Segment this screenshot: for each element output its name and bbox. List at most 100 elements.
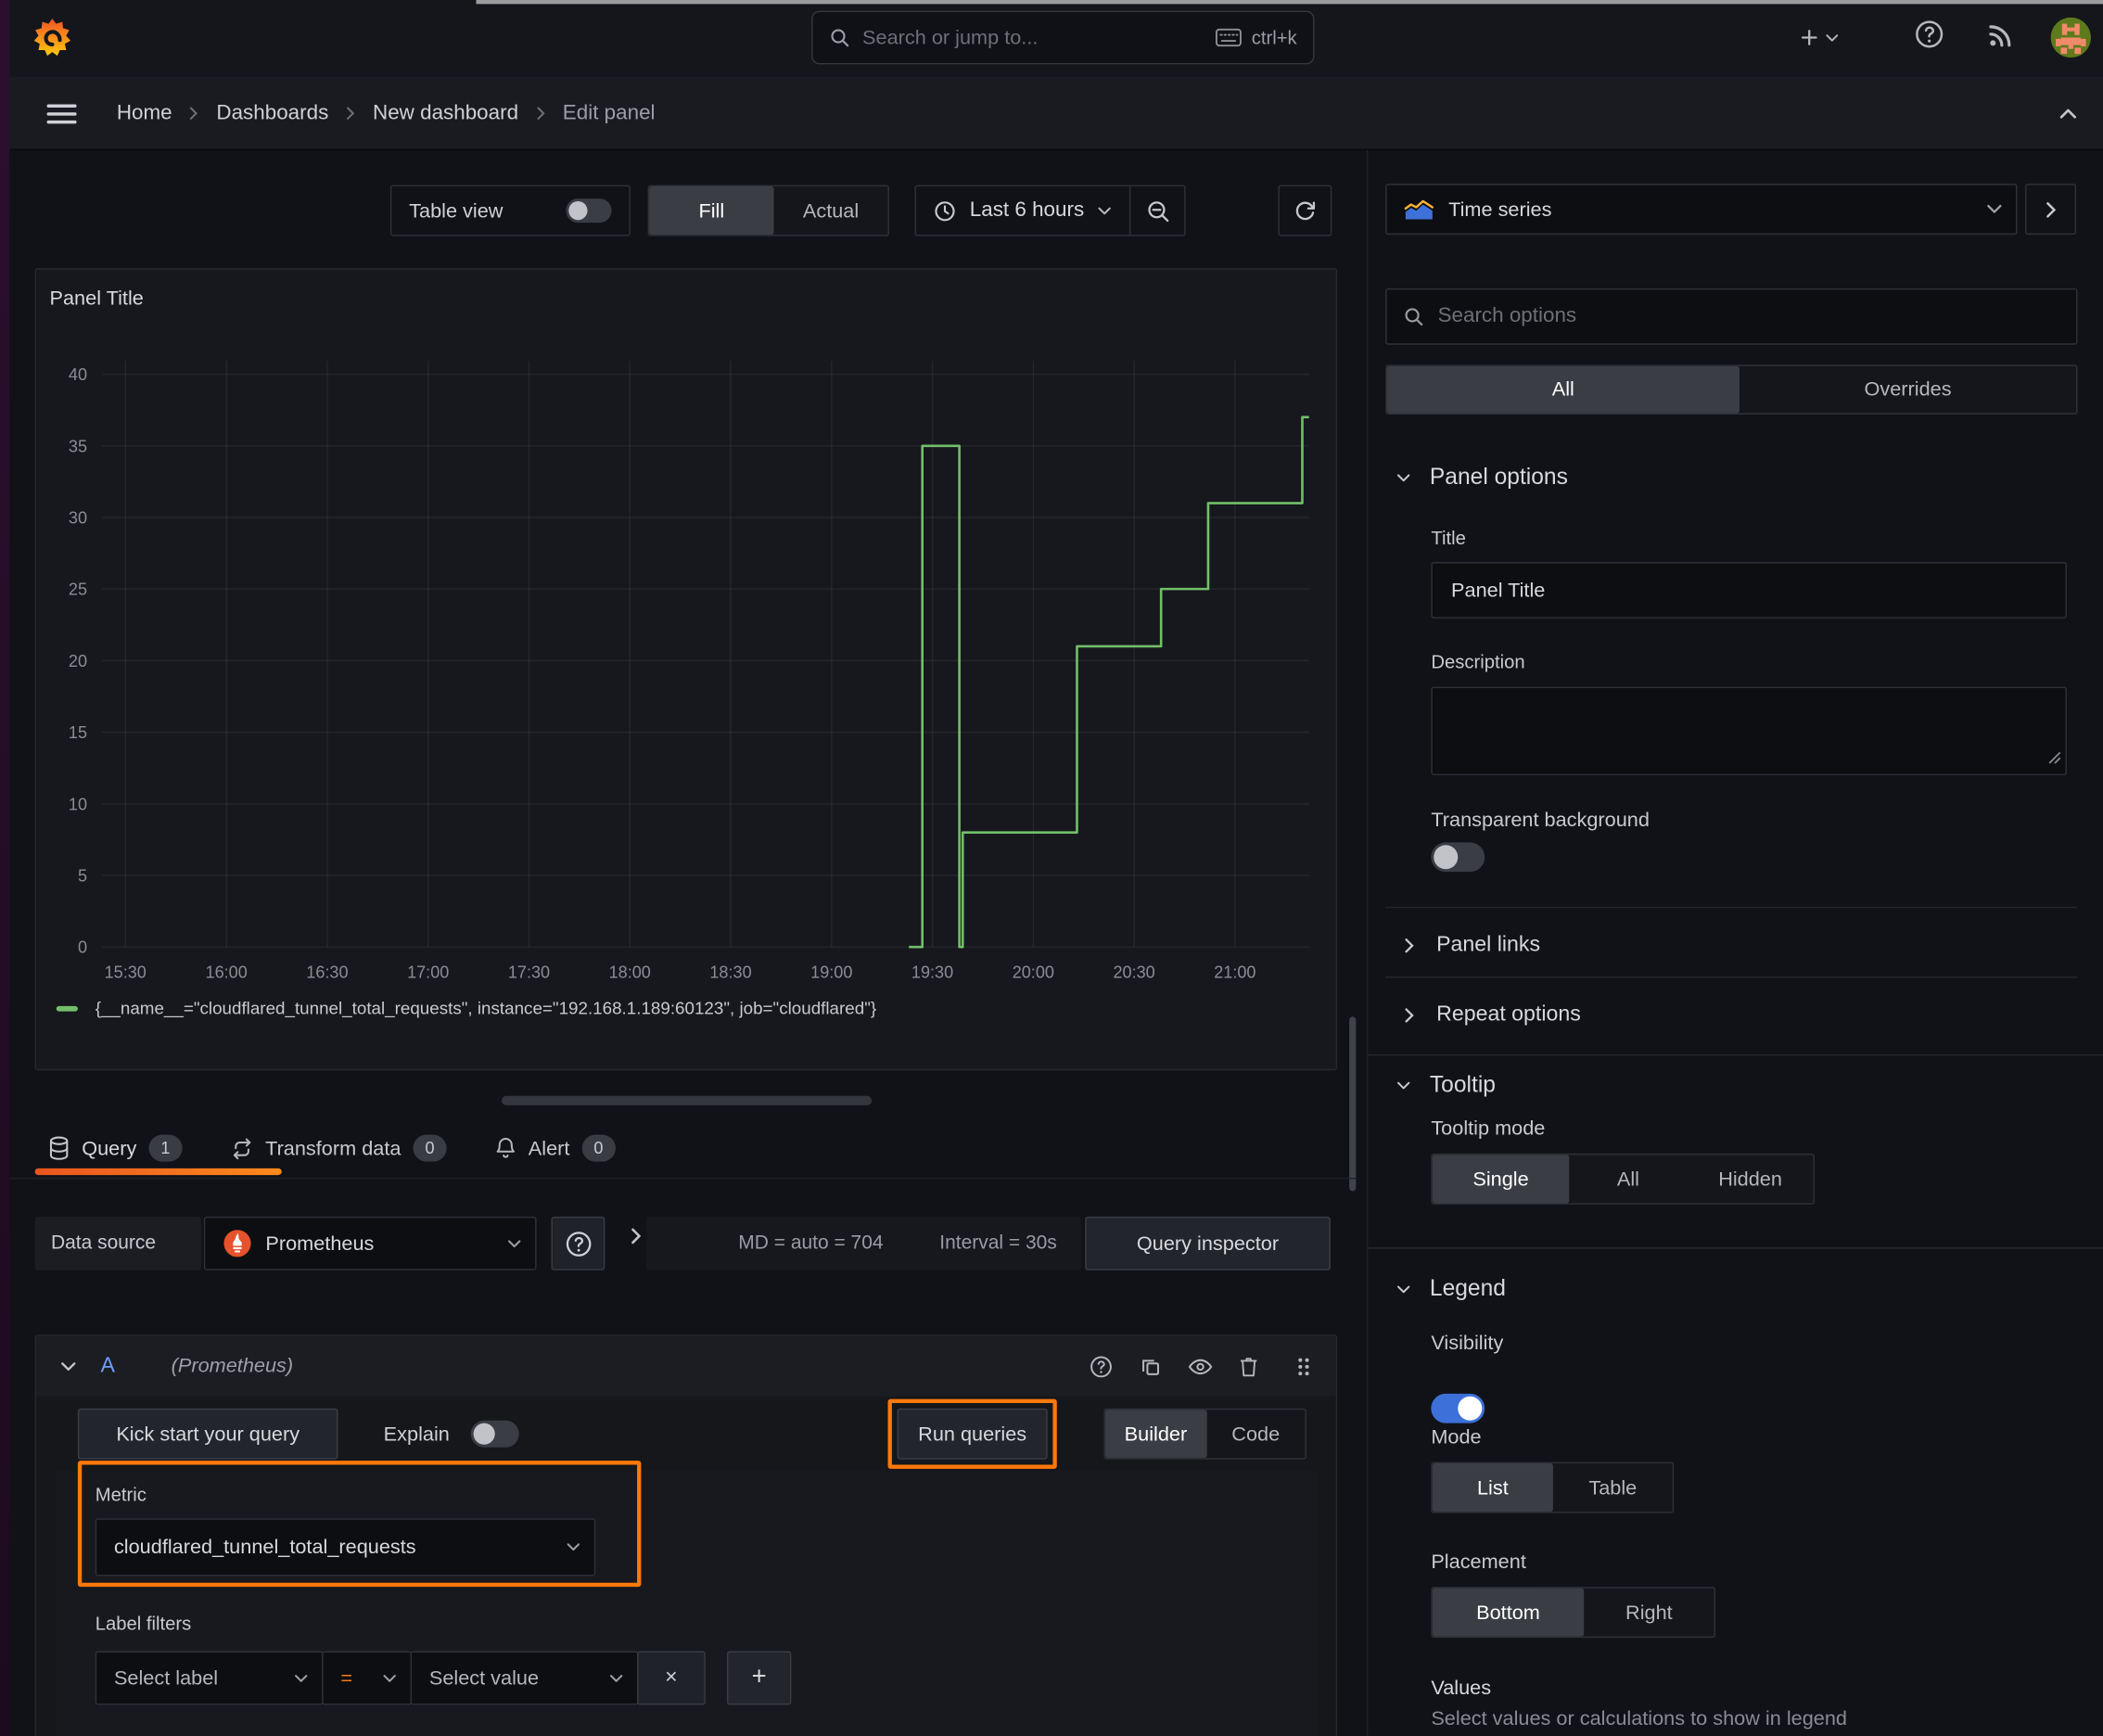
description-label: Description (1431, 650, 1525, 672)
window-top-edge (476, 0, 2103, 5)
select-value-dropdown[interactable]: Select value (410, 1651, 639, 1705)
global-search-box[interactable]: ctrl+k (811, 10, 1315, 65)
expand-options-chevron-icon[interactable] (631, 1227, 643, 1245)
select-label-dropdown[interactable]: Select label (95, 1651, 324, 1705)
tab-query[interactable]: Query 1 (48, 1134, 183, 1162)
time-range-picker[interactable]: Last 6 hours (916, 186, 1129, 235)
legend-header[interactable]: Legend (1396, 1269, 1506, 1308)
tooltip-mode-hidden[interactable]: Hidden (1688, 1155, 1814, 1203)
zoom-out-time-icon[interactable] (1131, 186, 1185, 235)
query-row-header[interactable]: A (Prometheus) (36, 1335, 1336, 1397)
user-avatar[interactable] (2050, 17, 2091, 58)
resize-corner-icon[interactable] (2048, 747, 2061, 771)
tab-transform-badge: 0 (413, 1134, 447, 1162)
panel-description-input[interactable] (1432, 688, 2066, 774)
vertical-scrollbar-thumb[interactable] (1349, 1016, 1357, 1192)
svg-text:0: 0 (78, 938, 87, 957)
builder-code-segment: Builder Code (1103, 1408, 1306, 1460)
tab-all[interactable]: All (1386, 365, 1740, 414)
visualization-value: Time series (1448, 198, 1552, 221)
tooltip-mode-segment: Single All Hidden (1431, 1153, 1816, 1205)
search-options-box[interactable] (1385, 287, 2078, 345)
duplicate-query-icon[interactable] (1140, 1356, 1161, 1377)
breadcrumb-edit-panel: Edit panel (562, 101, 656, 124)
query-help-icon[interactable] (1089, 1354, 1113, 1378)
explain-label: Explain (383, 1422, 450, 1446)
builder-option[interactable]: Builder (1104, 1410, 1207, 1459)
legend-visibility-toggle[interactable] (1431, 1393, 1485, 1423)
tooltip-mode-single[interactable]: Single (1432, 1155, 1570, 1204)
legend-mode-label: Mode (1431, 1425, 1482, 1449)
repeat-options-section[interactable]: Repeat options (1404, 985, 2077, 1047)
add-filter-button[interactable]: + (726, 1651, 792, 1705)
actual-option[interactable]: Actual (774, 186, 888, 235)
tab-transform-data[interactable]: Transform data 0 (231, 1134, 447, 1162)
fill-actual-segment: Fill Actual (647, 185, 889, 236)
tooltip-mode-label: Tooltip mode (1431, 1117, 1546, 1141)
tooltip-mode-all[interactable]: All (1569, 1155, 1687, 1203)
search-options-input[interactable] (1437, 304, 2060, 329)
visualization-picker[interactable]: Time series (1385, 184, 2018, 236)
tab-alert[interactable]: Alert 0 (495, 1134, 616, 1162)
title-label: Title (1431, 527, 1466, 549)
section-divider (1368, 1247, 2103, 1249)
chevron-down-icon[interactable] (60, 1360, 76, 1372)
tooltip-header[interactable]: Tooltip (1396, 1054, 1496, 1117)
legend-placement-bottom[interactable]: Bottom (1432, 1588, 1585, 1637)
kickstart-query-button[interactable]: Kick start your query (77, 1408, 338, 1460)
legend-mode-list[interactable]: List (1432, 1463, 1553, 1513)
transparent-background-toggle[interactable] (1431, 842, 1485, 873)
run-queries-button[interactable]: Run queries (897, 1408, 1048, 1460)
all-overrides-tabs: All Overrides (1385, 364, 2078, 415)
divider (1385, 976, 2078, 978)
explain-toggle[interactable] (470, 1420, 520, 1448)
table-view-toggle[interactable] (566, 198, 612, 223)
legend-placement-right[interactable]: Right (1584, 1589, 1714, 1637)
pane-resize-handle[interactable] (501, 1095, 873, 1105)
chevron-down-icon (1396, 473, 1411, 482)
tab-overrides[interactable]: Overrides (1740, 366, 2076, 414)
delete-query-trash-icon[interactable] (1239, 1356, 1257, 1377)
panel-links-section[interactable]: Panel links (1404, 914, 2077, 976)
time-controls: Last 6 hours (914, 185, 1187, 236)
toggle-visibility-eye-icon[interactable] (1188, 1358, 1213, 1374)
chart-legend[interactable]: {__name__="cloudflared_tunnel_total_requ… (56, 998, 877, 1018)
panel-description-field[interactable] (1431, 686, 2067, 776)
panel-title-input[interactable] (1451, 579, 2047, 602)
panel-options-header[interactable]: Panel options (1396, 464, 1568, 491)
search-shortcut-hint: ctrl+k (1251, 26, 1297, 49)
query-inspector-button[interactable]: Query inspector (1085, 1216, 1331, 1270)
svg-text:25: 25 (69, 581, 87, 599)
help-icon[interactable] (1914, 19, 1944, 49)
top-nav-bar: ctrl+k (9, 0, 2103, 77)
datasource-picker[interactable]: Prometheus (203, 1216, 537, 1270)
grafana-edit-panel-screen: ctrl+k (0, 0, 2103, 1736)
panel-title-field[interactable] (1431, 562, 2067, 619)
chevron-down-icon (1986, 204, 2002, 215)
fill-option[interactable]: Fill (649, 186, 774, 236)
code-option[interactable]: Code (1206, 1410, 1305, 1458)
breadcrumb-home[interactable]: Home (117, 101, 172, 125)
global-search-input[interactable] (862, 26, 1216, 49)
refresh-button[interactable] (1278, 185, 1332, 236)
select-value-placeholder: Select value (428, 1666, 540, 1690)
collapse-sidebar-chevron-icon[interactable] (2025, 184, 2077, 236)
legend-mode-table[interactable]: Table (1553, 1463, 1673, 1512)
remove-filter-button[interactable]: × (637, 1651, 706, 1705)
news-rss-icon[interactable] (1986, 20, 2016, 50)
breadcrumb-new-dashboard[interactable]: New dashboard (373, 101, 518, 125)
svg-text:35: 35 (69, 437, 87, 455)
svg-text:5: 5 (78, 866, 87, 885)
breadcrumb-dashboards[interactable]: Dashboards (216, 101, 328, 125)
new-button[interactable] (1799, 19, 1839, 56)
drag-handle-icon[interactable] (1295, 1356, 1311, 1377)
metric-select[interactable]: cloudflared_tunnel_total_requests (95, 1518, 596, 1576)
operator-dropdown[interactable]: = (322, 1651, 413, 1705)
collapse-pane-chevron-up-icon[interactable] (2058, 108, 2077, 120)
datasource-help-button[interactable] (551, 1216, 605, 1270)
chevron-right-icon (346, 106, 355, 121)
legend-series-name: {__name__="cloudflared_tunnel_total_requ… (95, 998, 877, 1018)
grafana-logo[interactable] (32, 18, 72, 57)
svg-text:18:00: 18:00 (609, 963, 651, 981)
menu-hamburger-icon[interactable] (46, 103, 77, 124)
